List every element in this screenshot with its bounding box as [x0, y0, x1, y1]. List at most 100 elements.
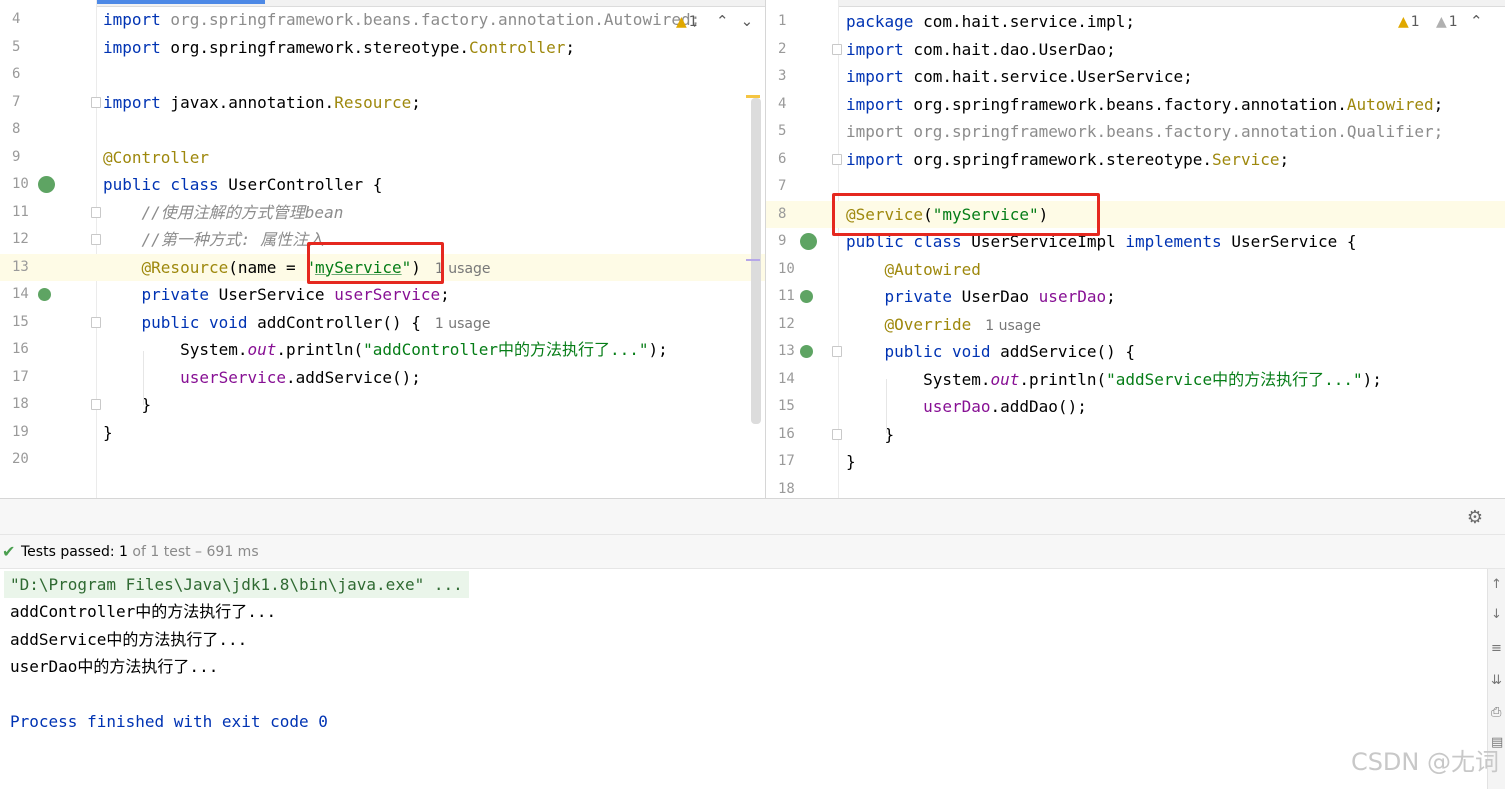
- code-text[interactable]: }: [846, 448, 856, 475]
- spring-bean-icon[interactable]: [800, 290, 813, 303]
- usage-hint[interactable]: 1 usage: [985, 318, 1041, 334]
- code-line[interactable]: 17 userService.addService();: [0, 364, 765, 391]
- line-number[interactable]: 3: [778, 63, 808, 90]
- editor-pane-usercontroller[interactable]: 4 import org.springframework.beans.factor…: [0, 0, 765, 498]
- code-line[interactable]: 4 import org.springframework.beans.factor…: [0, 6, 765, 33]
- code-line[interactable]: 10 @Autowired: [766, 256, 1505, 283]
- line-number[interactable]: 16: [778, 421, 808, 448]
- code-text[interactable]: public void addController() {1 usage: [103, 309, 491, 338]
- fold-marker-icon[interactable]: [832, 43, 842, 55]
- console-command-line[interactable]: "D:\Program Files\Java\jdk1.8\bin\java.e…: [4, 571, 469, 598]
- line-number[interactable]: 8: [778, 201, 808, 228]
- line-number[interactable]: 18: [12, 391, 42, 418]
- line-number[interactable]: 2: [778, 36, 808, 63]
- editor-pane-userserviceimpl[interactable]: 1 package com.hait.service.impl; 2 import c…: [765, 0, 1505, 498]
- code-text[interactable]: import org.springframework.beans.factory…: [103, 6, 700, 33]
- line-number[interactable]: 9: [12, 144, 42, 171]
- print-icon[interactable]: ⎙: [1491, 705, 1501, 720]
- code-line[interactable]: 4 import org.springframework.beans.factor…: [766, 91, 1505, 118]
- code-line[interactable]: 5 import org.springframework.beans.factor…: [766, 118, 1505, 145]
- vertical-scrollbar[interactable]: [751, 98, 761, 424]
- line-number[interactable]: 7: [778, 173, 808, 200]
- fold-marker-icon[interactable]: [91, 234, 101, 245]
- inspection-nav-arrows[interactable]: ⌃⌄: [716, 12, 765, 30]
- line-number[interactable]: 17: [12, 364, 42, 391]
- code-line[interactable]: 11 //使用注解的方式管理bean: [0, 199, 765, 226]
- fold-marker-icon[interactable]: [832, 428, 842, 440]
- line-number[interactable]: 12: [12, 226, 42, 253]
- weak-warning-indicator[interactable]: ▲ 1: [1436, 14, 1458, 30]
- code-text[interactable]: @Autowired: [846, 256, 981, 283]
- code-text[interactable]: import org.springframework.beans.factory…: [846, 91, 1443, 118]
- spring-bean-icon[interactable]: [800, 345, 813, 358]
- warning-indicator[interactable]: ▲ 1: [1398, 14, 1420, 30]
- spring-bean-icon[interactable]: [38, 176, 55, 193]
- line-number[interactable]: 15: [12, 309, 42, 336]
- code-line[interactable]: 17}: [766, 448, 1505, 475]
- fold-marker-icon[interactable]: [91, 399, 101, 410]
- line-number[interactable]: 10: [778, 256, 808, 283]
- line-number[interactable]: 4: [778, 91, 808, 118]
- code-text[interactable]: userService.addService();: [103, 364, 421, 391]
- code-text[interactable]: System.out.println("addService中的方法执行了...…: [846, 366, 1382, 393]
- line-number[interactable]: 15: [778, 393, 808, 420]
- line-number[interactable]: 19: [12, 419, 42, 446]
- code-line[interactable]: 20: [0, 446, 765, 473]
- code-line[interactable]: 3 import com.hait.service.UserService;: [766, 63, 1505, 90]
- code-line[interactable]: 11 private UserDao userDao;: [766, 283, 1505, 310]
- scroll-down-icon[interactable]: ↓: [1491, 607, 1502, 622]
- code-text[interactable]: import org.springframework.stereotype.Co…: [103, 34, 575, 61]
- console-output[interactable]: "D:\Program Files\Java\jdk1.8\bin\java.e…: [0, 569, 1487, 789]
- gear-icon[interactable]: ⚙: [1467, 507, 1483, 528]
- fold-marker-icon[interactable]: [91, 206, 101, 218]
- inspection-nav-arrows[interactable]: ⌃: [1470, 12, 1495, 30]
- code-line[interactable]: 7 import javax.annotation.Resource;: [0, 89, 765, 116]
- code-line[interactable]: 16 System.out.println("addController中的方法…: [0, 336, 765, 363]
- fold-marker-icon[interactable]: [91, 96, 101, 108]
- code-line[interactable]: 1 package com.hait.service.impl;: [766, 8, 1505, 35]
- line-number[interactable]: 1: [778, 8, 808, 35]
- code-line[interactable]: 12 @Override 1 usage: [766, 311, 1505, 338]
- line-number[interactable]: 13: [12, 254, 42, 281]
- line-number[interactable]: 5: [12, 34, 42, 61]
- line-number[interactable]: 18: [778, 476, 808, 499]
- line-number[interactable]: 6: [778, 146, 808, 173]
- soft-wrap-icon[interactable]: ≡: [1491, 641, 1502, 656]
- fold-marker-icon[interactable]: [832, 346, 842, 357]
- code-line[interactable]: 9 @Controller: [0, 144, 765, 171]
- code-line[interactable]: 2 import com.hait.dao.UserDao;: [766, 36, 1505, 63]
- code-line[interactable]: 19}: [0, 419, 765, 446]
- code-text[interactable]: @Override 1 usage: [846, 311, 1041, 340]
- line-number[interactable]: 20: [12, 446, 42, 473]
- code-text[interactable]: }: [103, 419, 113, 446]
- line-number[interactable]: 8: [12, 116, 42, 143]
- spring-bean-icon[interactable]: [38, 288, 51, 301]
- code-line[interactable]: 8: [0, 116, 765, 143]
- code-line[interactable]: 15 userDao.addDao();: [766, 393, 1505, 420]
- code-text[interactable]: package com.hait.service.impl;: [846, 8, 1135, 35]
- line-number[interactable]: 16: [12, 336, 42, 363]
- code-line[interactable]: 10 public class UserController {: [0, 171, 765, 198]
- code-line[interactable]: 15 public void addController() {1 usage: [0, 309, 765, 336]
- usage-hint[interactable]: 1 usage: [435, 316, 491, 332]
- line-number[interactable]: 17: [778, 448, 808, 475]
- line-number[interactable]: 4: [12, 6, 42, 33]
- code-text[interactable]: import org.springframework.stereotype.Se…: [846, 146, 1289, 173]
- line-number[interactable]: 5: [778, 118, 808, 145]
- code-text[interactable]: import org.springframework.beans.factory…: [846, 118, 1443, 145]
- code-line[interactable]: 14 private UserService userService;: [0, 281, 765, 308]
- spring-bean-icon[interactable]: [800, 233, 817, 250]
- code-line[interactable]: 6: [0, 61, 765, 88]
- code-text[interactable]: public class UserController {: [103, 171, 382, 198]
- code-text[interactable]: public void addService() {: [846, 338, 1135, 365]
- code-text[interactable]: userDao.addDao();: [846, 393, 1087, 420]
- code-line[interactable]: 16 }: [766, 421, 1505, 448]
- code-text[interactable]: @Controller: [103, 144, 209, 171]
- code-text[interactable]: private UserService userService;: [103, 281, 450, 308]
- fold-marker-icon[interactable]: [91, 316, 101, 328]
- code-line[interactable]: 13 public void addService() {: [766, 338, 1505, 365]
- line-number[interactable]: 6: [12, 61, 42, 88]
- line-number[interactable]: 7: [12, 89, 42, 116]
- code-text[interactable]: import javax.annotation.Resource;: [103, 89, 421, 116]
- scroll-up-icon[interactable]: ↑: [1491, 577, 1502, 592]
